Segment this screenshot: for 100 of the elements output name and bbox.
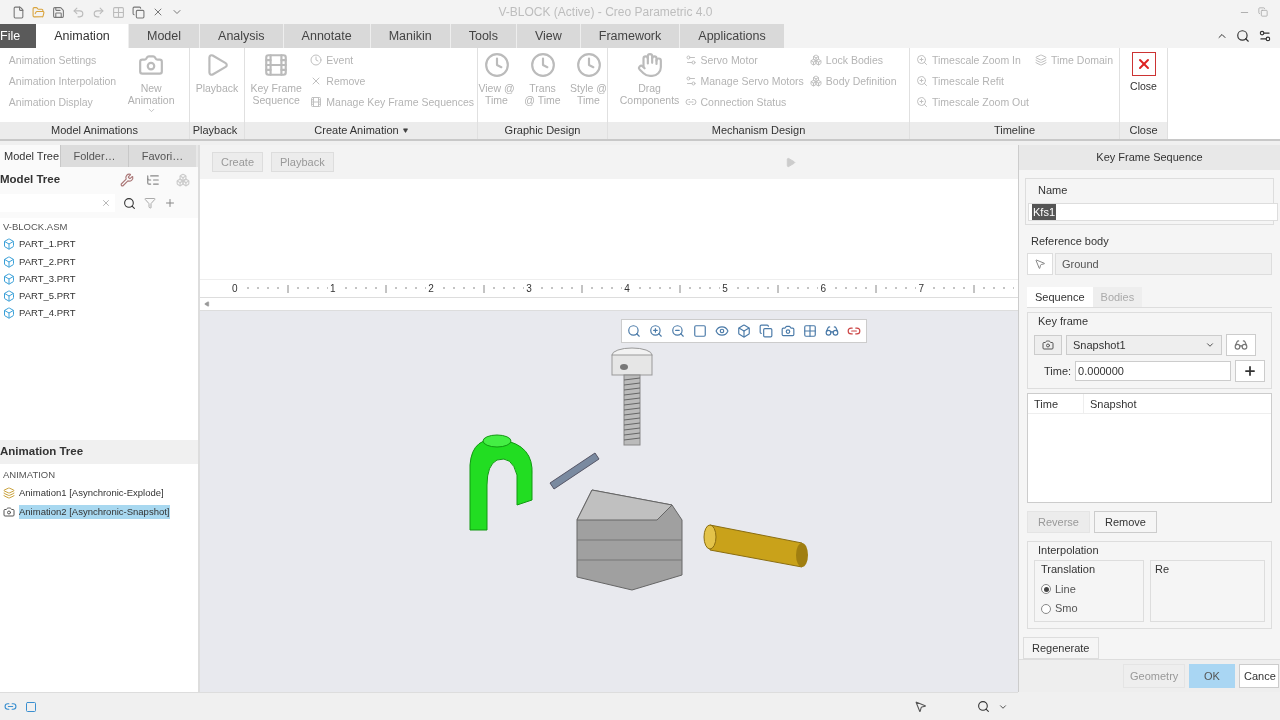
filter-icon[interactable] xyxy=(144,197,156,209)
selection-icon[interactable] xyxy=(914,700,927,713)
field-label: Name xyxy=(1038,183,1069,199)
open-folder-icon[interactable] xyxy=(32,5,45,19)
tree-item[interactable]: PART_5.PRT xyxy=(3,289,76,304)
glasses-icon xyxy=(1234,337,1248,352)
radio-label: Line xyxy=(1055,581,1076,597)
panel-tab[interactable]: Favori… xyxy=(128,145,196,167)
zoom-icon xyxy=(915,54,928,66)
regenerate-button[interactable]: Regenerate xyxy=(1023,636,1099,659)
group-label: Re xyxy=(1155,563,1170,576)
part-icon xyxy=(3,307,15,320)
caret-icon xyxy=(146,106,156,115)
tree-item[interactable]: PART_2.PRT xyxy=(3,254,76,269)
zoom-in-icon[interactable] xyxy=(649,324,663,338)
find-icon[interactable] xyxy=(977,700,990,713)
reference-field[interactable]: Ground xyxy=(1055,253,1272,276)
saved-views-icon[interactable] xyxy=(737,324,751,338)
ruler-label: 5 xyxy=(722,282,728,296)
tree-item[interactable]: PART_1.PRT xyxy=(3,237,76,252)
clear-icon[interactable] xyxy=(101,198,111,208)
panel-tab[interactable]: Folder… xyxy=(60,145,128,167)
perspective-icon[interactable] xyxy=(781,324,795,338)
dialog-title: Key Frame Sequence xyxy=(1096,150,1203,166)
gear-icon xyxy=(684,75,697,87)
ribbon-tab[interactable]: Manikin xyxy=(369,24,450,48)
hand-icon xyxy=(636,52,663,78)
file-menu-tab[interactable]: File xyxy=(0,24,36,48)
cancel-button[interactable]: Cance xyxy=(1239,663,1279,688)
ribbon-tab[interactable]: Annotate xyxy=(282,24,370,48)
ruler-label: 4 xyxy=(624,282,630,296)
camera-icon xyxy=(3,505,15,518)
ribbon-tab[interactable]: View xyxy=(515,24,580,48)
clock-icon xyxy=(529,52,556,78)
zoom-fit-icon[interactable] xyxy=(627,324,641,338)
search-field[interactable] xyxy=(0,194,115,212)
ruler-label: 3 xyxy=(526,282,532,296)
column-header: Time xyxy=(1028,393,1084,413)
window-icon[interactable] xyxy=(25,700,37,713)
display-style-icon[interactable] xyxy=(715,324,729,338)
blocks-icon xyxy=(809,75,822,87)
layers-icon xyxy=(1035,54,1047,66)
annotation-display-icon[interactable] xyxy=(825,324,839,338)
snapshot-dropdown[interactable]: Snapshot1 xyxy=(1066,334,1222,355)
dialog-button[interactable]: Remove xyxy=(1093,510,1157,533)
windows-icon[interactable] xyxy=(132,5,145,19)
ruler-label: 2 xyxy=(428,282,434,296)
ruler-label: 0 xyxy=(232,282,238,296)
add-icon[interactable] xyxy=(164,197,176,209)
group-label: Close xyxy=(1129,123,1158,139)
ribbon-tab[interactable]: Animation xyxy=(36,24,128,48)
film-icon xyxy=(263,52,290,78)
column-header: Snapshot xyxy=(1089,396,1138,412)
ribbon-tab[interactable]: Analysis xyxy=(199,24,283,48)
time-field[interactable]: 0.000000 xyxy=(1075,360,1231,381)
group-label: Create Animation xyxy=(314,123,399,139)
preview-button[interactable] xyxy=(1226,333,1256,356)
ribbon-tab[interactable]: Applications xyxy=(679,24,784,48)
film-icon xyxy=(310,96,323,108)
view-manager-icon[interactable] xyxy=(759,324,773,338)
ribbon-tab[interactable]: Framework xyxy=(579,24,680,48)
panel-tab[interactable]: Model Tree xyxy=(0,145,60,167)
tree-item[interactable]: V-BLOCK.ASM xyxy=(3,220,198,235)
ribbon-button[interactable]: Close xyxy=(1123,48,1164,123)
search-icon[interactable] xyxy=(1236,29,1250,43)
add-button[interactable] xyxy=(1235,359,1265,382)
status-icon[interactable] xyxy=(4,700,17,713)
tree-item[interactable]: Animation2 [Asynchronic-Snapshot] xyxy=(19,504,170,519)
ribbon-tab[interactable]: Model xyxy=(128,24,200,48)
caret-icon[interactable] xyxy=(402,128,408,134)
show-icon[interactable] xyxy=(146,173,160,187)
repaint-icon[interactable] xyxy=(693,324,707,338)
new-file-icon[interactable] xyxy=(12,5,25,19)
scroll-bar[interactable] xyxy=(200,297,1018,311)
settings-icon[interactable] xyxy=(120,173,134,187)
radio-button[interactable] xyxy=(1041,603,1051,614)
part-icon xyxy=(3,238,15,251)
select-button[interactable] xyxy=(1027,253,1053,276)
plus-icon xyxy=(1243,363,1257,378)
tree-item[interactable]: PART_3.PRT xyxy=(3,271,76,286)
save-icon[interactable] xyxy=(52,5,65,19)
link-icon xyxy=(684,96,697,108)
ribbon-tab[interactable]: Tools xyxy=(449,24,516,48)
datum-display-icon[interactable] xyxy=(803,324,817,338)
close-window-icon[interactable] xyxy=(152,6,164,18)
dialog-tab[interactable]: Sequence xyxy=(1027,287,1093,308)
spin-center-icon[interactable] xyxy=(847,324,861,338)
panel-title: Model Tree xyxy=(0,172,62,188)
radio-button[interactable] xyxy=(1041,584,1051,595)
group-label: Playback xyxy=(192,123,238,139)
ok-button[interactable]: OK xyxy=(1189,663,1235,688)
zoom-out-icon[interactable] xyxy=(671,324,685,338)
tree-item[interactable]: Animation1 [Asynchronic-Explode] xyxy=(19,486,164,501)
tree-item[interactable]: PART_4.PRT xyxy=(3,306,76,321)
tree-item[interactable]: ANIMATION xyxy=(3,468,198,483)
camera-button[interactable] xyxy=(1034,334,1062,355)
panel-title: Animation Tree xyxy=(0,444,84,460)
clock-icon xyxy=(483,52,510,78)
name-field[interactable]: Kfs1 xyxy=(1028,202,1278,221)
find-icon[interactable] xyxy=(123,196,136,210)
